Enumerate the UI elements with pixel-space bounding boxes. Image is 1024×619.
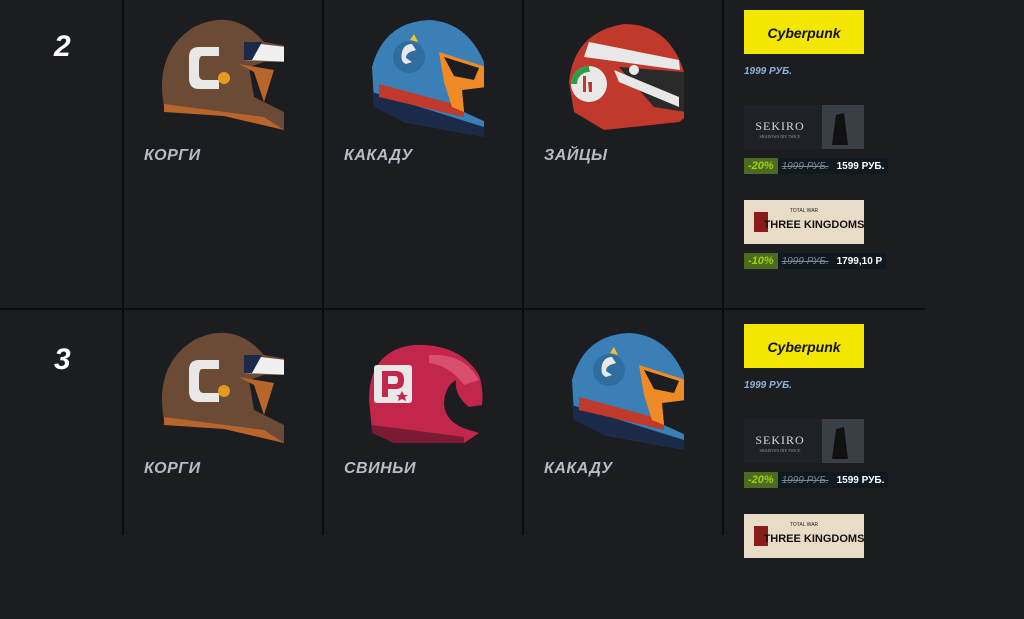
row-divider: [0, 308, 925, 310]
team-name: КОРГИ: [144, 147, 201, 164]
team-cell[interactable]: КАКАДУ: [324, 0, 522, 306]
sekiro-cover-image: SEKIRO SHADOWS DIE TWICE: [744, 105, 864, 149]
column-divider: [722, 0, 724, 535]
price-box: 1999 РУБ. 1599 РУБ.: [777, 472, 889, 488]
svg-text:THREE KINGDOMS: THREE KINGDOMS: [764, 219, 864, 231]
cyberpunk-cover-image: Cyberpunk: [744, 324, 864, 368]
team-cell[interactable]: СВИНЬИ: [324, 313, 522, 619]
team-cell[interactable]: КАКАДУ: [524, 313, 722, 619]
old-price: 1999 РУБ.: [781, 474, 829, 486]
three-kingdoms-cover-image: TOTAL WAR THREE KINGDOMS: [744, 514, 864, 558]
discount-badge: -20%: [744, 472, 778, 488]
team-name: КАКАДУ: [544, 460, 613, 477]
price-box: 1999 РУБ. 1599 РУБ.: [777, 158, 889, 174]
new-price: 1599 РУБ.: [836, 474, 885, 486]
price-row: -20% 1999 РУБ. 1599 РУБ.: [744, 158, 889, 174]
corgi-helmet-icon: [162, 332, 284, 443]
price-row: -10% 1999 РУБ. 1799,10 Р: [744, 253, 887, 269]
svg-text:SHADOWS DIE TWICE: SHADOWS DIE TWICE: [759, 448, 801, 453]
price: 1999 РУБ.: [744, 65, 792, 77]
price: 1999 РУБ.: [744, 379, 792, 391]
pigs-helmet-icon: [369, 344, 483, 443]
svg-text:TOTAL WAR: TOTAL WAR: [790, 208, 819, 214]
hares-helmet-icon: [569, 24, 684, 130]
discount-badge: -10%: [744, 253, 778, 269]
price-box: 1999 РУБ. 1799,10 Р: [777, 253, 887, 269]
team-name: СВИНЬИ: [344, 460, 417, 477]
rank-number: 2: [54, 30, 72, 63]
price-row: 1999 РУБ.: [744, 63, 792, 79]
team-name: КАКАДУ: [344, 147, 413, 164]
rank-number: 3: [54, 343, 72, 376]
old-price: 1999 РУБ.: [781, 160, 829, 172]
team-cell[interactable]: КОРГИ: [124, 313, 322, 619]
svg-text:Cyberpunk: Cyberpunk: [767, 25, 841, 41]
discount-badge: -20%: [744, 158, 778, 174]
new-price: 1799,10 Р: [836, 255, 883, 267]
cockatoo-helmet-icon: [572, 333, 684, 450]
cockatoo-helmet-icon: [372, 20, 484, 137]
team-cell[interactable]: КОРГИ: [124, 0, 322, 306]
old-price: 1999 РУБ.: [781, 255, 829, 267]
sekiro-cover-image: SEKIRO SHADOWS DIE TWICE: [744, 419, 864, 463]
svg-text:SEKIRO: SEKIRO: [755, 433, 804, 447]
corgi-helmet-icon: [162, 19, 284, 130]
svg-text:Cyberpunk: Cyberpunk: [767, 339, 841, 355]
new-price: 1599 РУБ.: [836, 160, 885, 172]
team-name: ЗАЙЦЫ: [544, 147, 608, 164]
svg-text:SHADOWS DIE TWICE: SHADOWS DIE TWICE: [759, 134, 801, 139]
svg-text:TOTAL WAR: TOTAL WAR: [790, 522, 819, 528]
cyberpunk-cover-image: Cyberpunk: [744, 10, 864, 54]
price-row: -20% 1999 РУБ. 1599 РУБ.: [744, 472, 889, 488]
team-cell[interactable]: ЗАЙЦЫ: [524, 0, 722, 306]
team-name: КОРГИ: [144, 460, 201, 477]
three-kingdoms-cover-image: TOTAL WAR THREE KINGDOMS: [744, 200, 864, 244]
svg-text:SEKIRO: SEKIRO: [755, 119, 804, 133]
price-row: 1999 РУБ.: [744, 377, 792, 393]
